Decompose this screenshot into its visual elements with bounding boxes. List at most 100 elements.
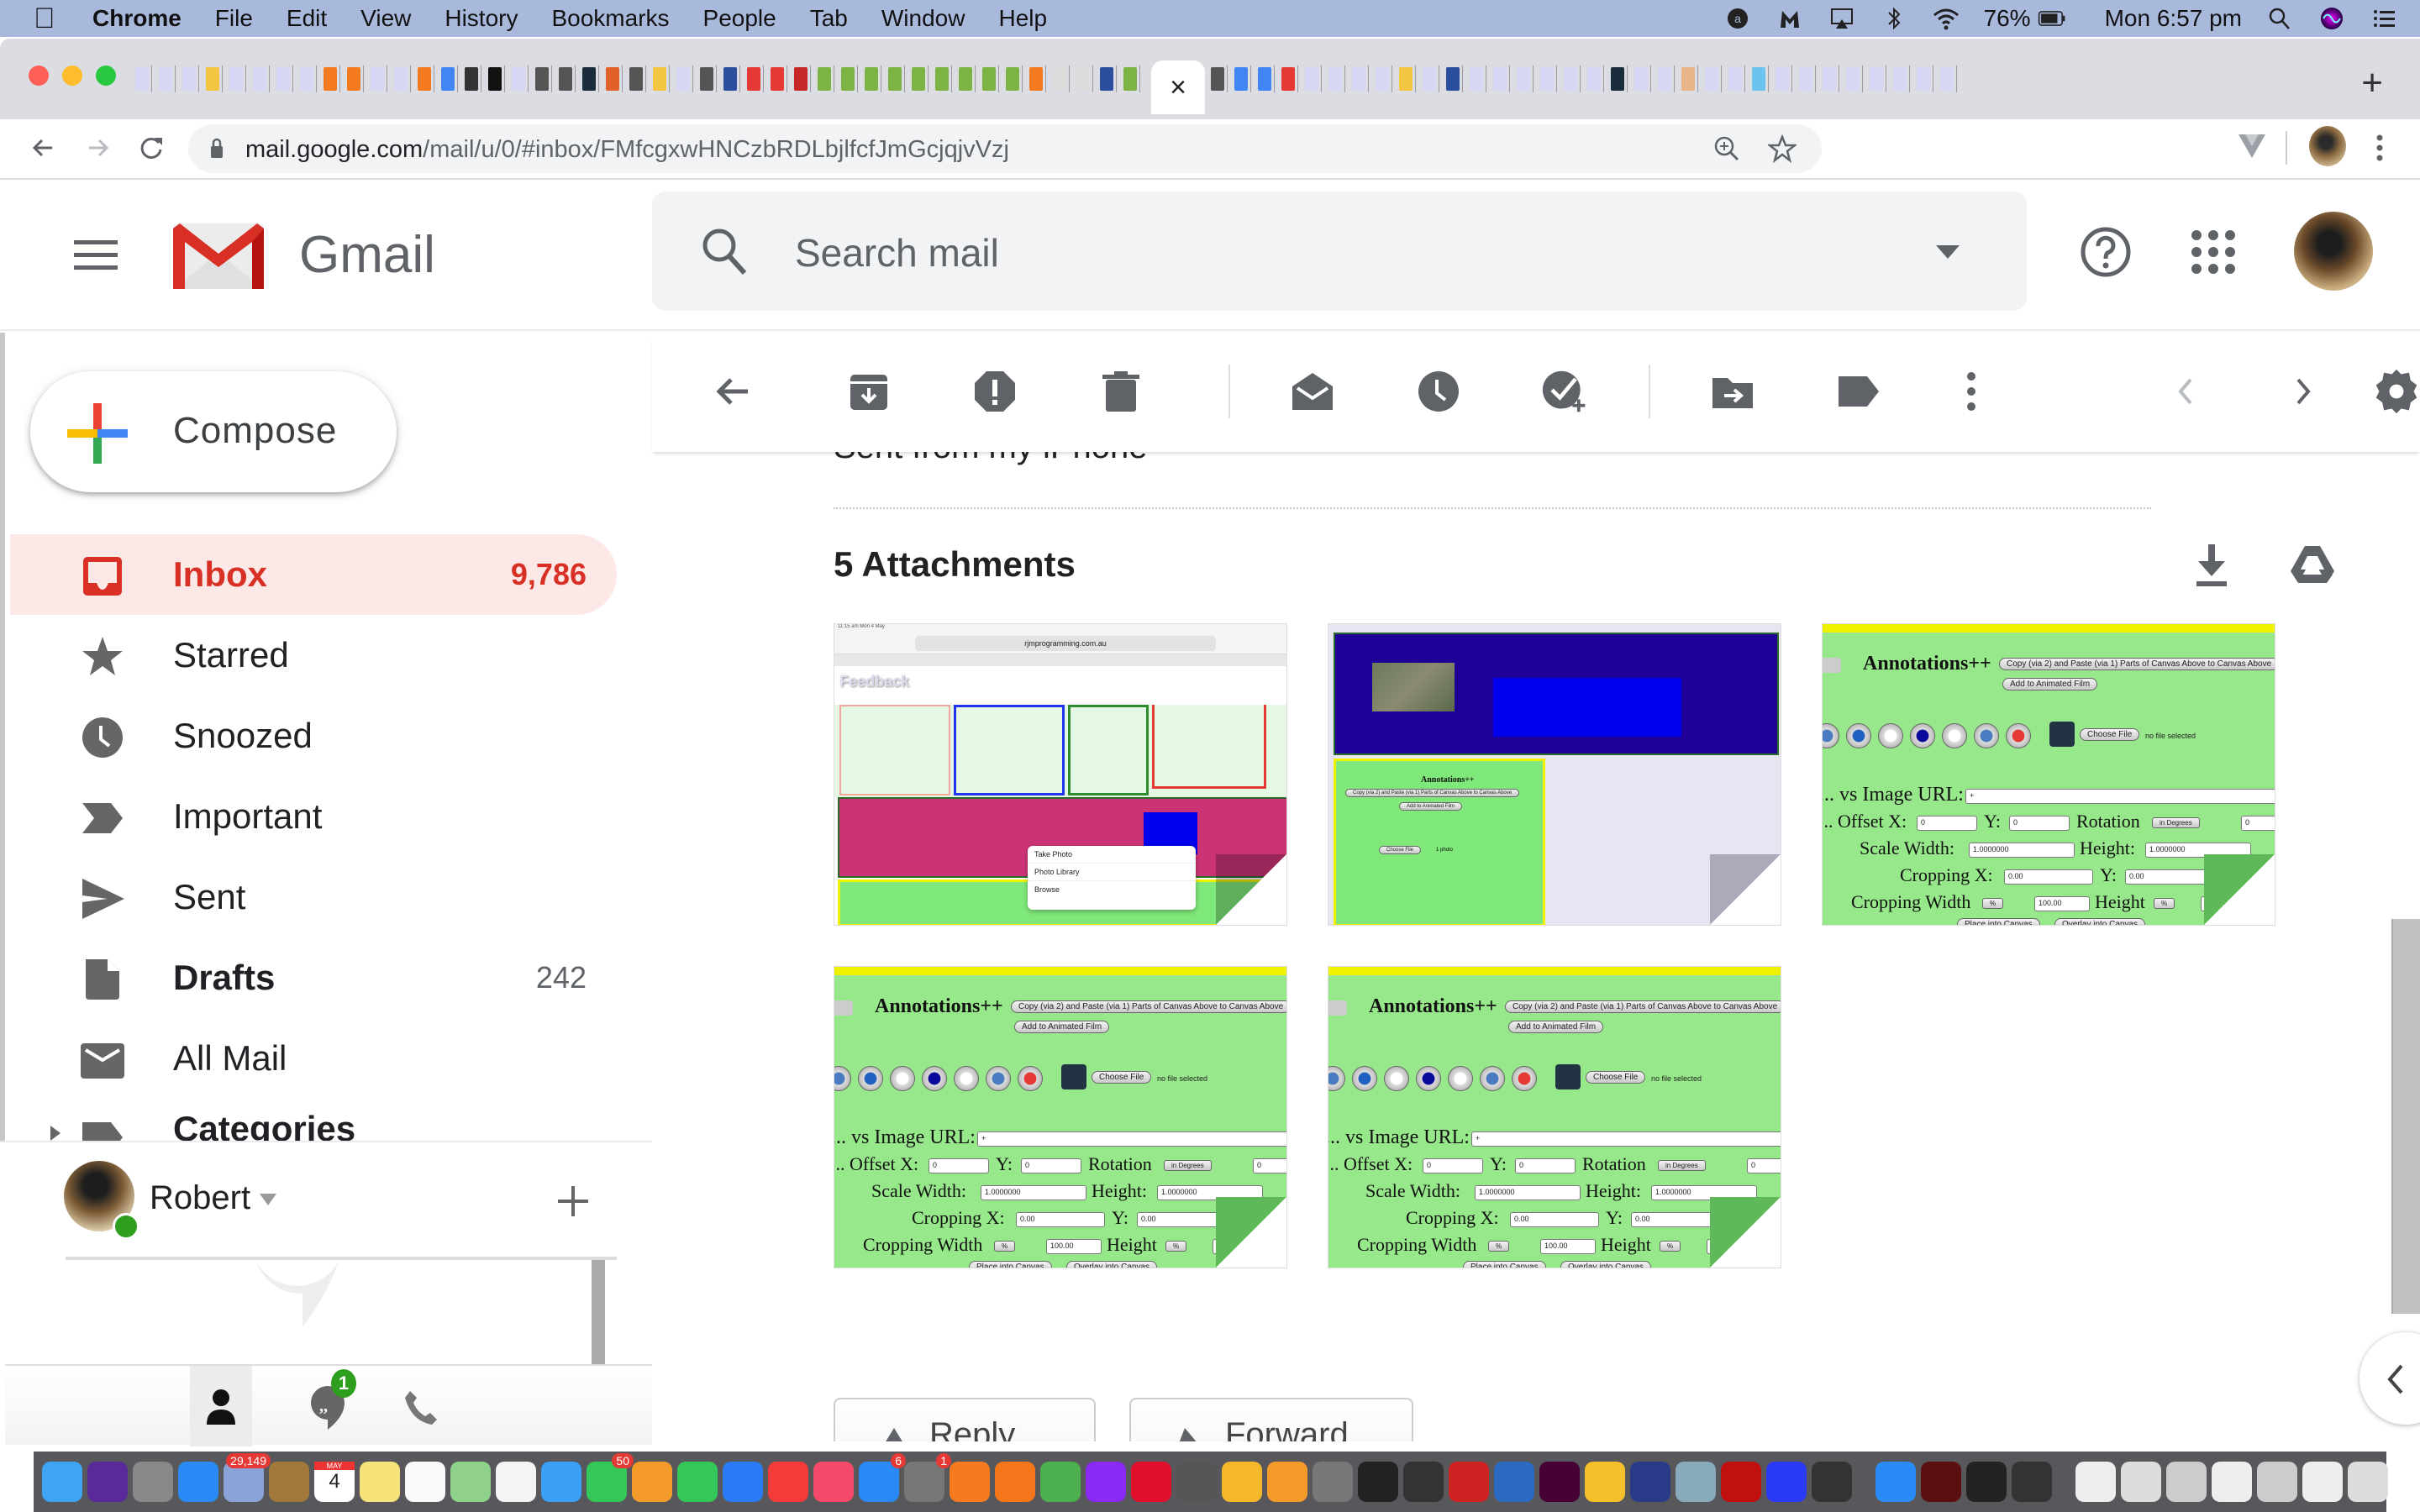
dock-system-preferences-icon[interactable]: 1 [904, 1453, 951, 1502]
browser-tab-24[interactable] [676, 66, 693, 92]
menu-help[interactable]: Help [998, 5, 1047, 32]
browser-tab-right-22[interactable] [1704, 66, 1722, 92]
dock-flash-player-icon[interactable] [1921, 1462, 1961, 1502]
dock-chrome-icon[interactable] [1040, 1462, 1081, 1502]
browser-tab-35[interactable] [934, 66, 952, 92]
older-message-button[interactable] [2279, 368, 2326, 415]
window-zoom-button[interactable] [96, 66, 116, 86]
search-icon[interactable] [699, 225, 750, 281]
attachment-thumbnail-2[interactable]: Annotations++ Copy (via 2) and Paste (vi… [1328, 623, 1781, 926]
browser-tab-23[interactable] [652, 66, 670, 92]
nav-sent[interactable]: Sent [10, 857, 617, 937]
expand-arrow-icon[interactable] [49, 1126, 62, 1141]
browser-tab-26[interactable] [723, 66, 740, 92]
browser-tab-right-17[interactable] [1586, 66, 1604, 92]
browser-tab-13[interactable] [417, 66, 434, 92]
forward-button[interactable] [81, 131, 114, 169]
close-tab-icon[interactable]: × [1170, 71, 1186, 104]
dock-safari-icon[interactable] [178, 1462, 218, 1502]
wifi-icon[interactable] [1932, 6, 1960, 31]
dock-trash-icon[interactable] [2348, 1462, 2388, 1502]
dock-doc-3-icon[interactable] [2257, 1462, 2297, 1502]
hangouts-scrollbar[interactable] [592, 1260, 605, 1364]
menu-window[interactable]: Window [881, 5, 965, 32]
delete-button[interactable] [1097, 368, 1144, 415]
add-to-tasks-button[interactable] [1541, 368, 1588, 415]
browser-tab-right-8[interactable] [1375, 66, 1392, 92]
dock-sublime-icon[interactable] [1267, 1462, 1307, 1502]
reply-button[interactable]: Reply [834, 1398, 1096, 1441]
dock-r-icon[interactable] [1494, 1462, 1534, 1502]
reload-button[interactable] [134, 131, 168, 169]
browser-tab-29[interactable] [793, 66, 811, 92]
back-button[interactable] [27, 131, 60, 169]
dock-pages-icon[interactable] [632, 1462, 672, 1502]
dock-photos-icon[interactable] [496, 1462, 536, 1502]
browser-tab-1[interactable] [134, 66, 152, 92]
browser-tab-37[interactable] [981, 66, 999, 92]
browser-tab-14[interactable] [440, 66, 458, 92]
dock-sketch-icon[interactable] [1585, 1462, 1625, 1502]
browser-tab-17[interactable] [511, 66, 529, 92]
dock-news-icon[interactable] [768, 1462, 808, 1502]
browser-tab-16[interactable] [487, 66, 505, 92]
dock-sequel-pro-icon[interactable] [1176, 1462, 1217, 1502]
dock-filezilla-ftp-icon[interactable] [1630, 1462, 1670, 1502]
nav-snoozed[interactable]: Snoozed [10, 696, 617, 776]
notification-center-icon[interactable] [2370, 6, 2398, 31]
nav-drafts[interactable]: Drafts 242 [10, 937, 617, 1018]
menu-view[interactable]: View [360, 5, 411, 32]
battery-icon[interactable] [2038, 6, 2066, 31]
dock-html-doc-icon[interactable] [2075, 1462, 2116, 1502]
browser-tab-3[interactable] [182, 66, 199, 92]
browser-tab-right-9[interactable] [1398, 66, 1416, 92]
browser-tab-right-6[interactable] [1328, 66, 1345, 92]
browser-tab-39[interactable] [1028, 66, 1046, 92]
browser-tab-21[interactable] [605, 66, 623, 92]
more-options-button[interactable] [1948, 368, 1995, 415]
download-all-icon[interactable] [2193, 543, 2230, 588]
dock-inkscape-icon[interactable] [1403, 1462, 1444, 1502]
browser-tab-19[interactable] [558, 66, 576, 92]
browser-tab-right-5[interactable] [1304, 66, 1322, 92]
nav-inbox[interactable]: Inbox 9,786 [10, 534, 617, 615]
browser-tab-right-10[interactable] [1422, 66, 1439, 92]
dock-zoom-icon[interactable] [1876, 1462, 1916, 1502]
dock-contacts-icon[interactable] [269, 1462, 309, 1502]
dock-finder-doc-icon[interactable] [2121, 1462, 2161, 1502]
menu-file[interactable]: File [215, 5, 253, 32]
address-bar[interactable]: mail.google.com/mail/u/0/#inbox/FMfcgxwH… [188, 124, 1822, 173]
dock-console-icon[interactable] [1966, 1462, 2007, 1502]
menu-app-chrome[interactable]: Chrome [92, 5, 182, 32]
browser-tab-right-21[interactable] [1681, 66, 1698, 92]
dock-avast-icon[interactable] [950, 1462, 990, 1502]
new-conversation-plus-icon[interactable] [556, 1184, 590, 1218]
browser-tab-8[interactable] [299, 66, 317, 92]
dock-wunderlist-icon[interactable] [1222, 1462, 1262, 1502]
browser-tab-right-2[interactable] [1234, 66, 1251, 92]
siri-icon[interactable] [2317, 6, 2346, 31]
browser-tab-11[interactable] [370, 66, 387, 92]
menu-tab[interactable]: Tab [810, 5, 848, 32]
browser-tab-2[interactable] [158, 66, 176, 92]
browser-tab-right-1[interactable] [1210, 66, 1228, 92]
zoom-icon[interactable] [1712, 134, 1741, 167]
dock-flash-icon[interactable] [1812, 1462, 1852, 1502]
browser-tab-right-7[interactable] [1351, 66, 1369, 92]
browser-tab-right-23[interactable] [1728, 66, 1745, 92]
browser-tab-9[interactable] [323, 66, 340, 92]
malwarebytes-icon[interactable] [1776, 6, 1804, 31]
browser-tab-38[interactable] [1005, 66, 1023, 92]
dock-firefox-icon[interactable] [995, 1462, 1035, 1502]
compose-button[interactable]: Compose [30, 371, 397, 492]
dock-calendar-icon[interactable]: MAY 4 [314, 1462, 355, 1502]
browser-tab-right-4[interactable] [1281, 66, 1298, 92]
menu-bookmarks[interactable]: Bookmarks [551, 5, 669, 32]
move-to-button[interactable] [1709, 368, 1756, 415]
browser-tab-18[interactable] [534, 66, 552, 92]
bookmark-star-icon[interactable] [1766, 134, 1798, 167]
labels-button[interactable] [1835, 368, 1882, 415]
dock-reminders-icon[interactable] [405, 1462, 445, 1502]
snooze-button[interactable] [1415, 368, 1462, 415]
nav-starred[interactable]: Starred [10, 615, 617, 696]
